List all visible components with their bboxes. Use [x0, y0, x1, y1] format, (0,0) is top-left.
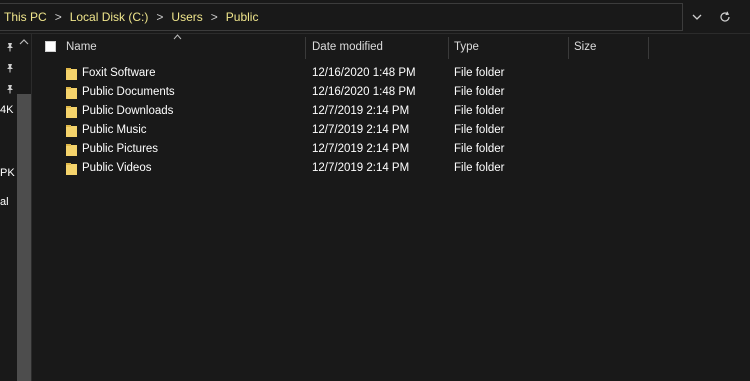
breadcrumb-users[interactable]: Users [171, 10, 202, 24]
column-header-size[interactable]: Size [574, 41, 596, 53]
pin-icon [7, 43, 13, 52]
nav-item-label[interactable]: 4K [0, 104, 13, 116]
file-date-modified: 12/7/2019 2:14 PM [312, 124, 410, 136]
file-row[interactable]: Public Documents 12/16/2020 1:48 PM File… [33, 84, 750, 103]
folder-icon [66, 144, 77, 156]
nav-item-label[interactable]: al [0, 196, 9, 208]
file-name: Public Pictures [82, 143, 159, 155]
file-row[interactable]: Public Pictures 12/7/2019 2:14 PM File f… [33, 141, 750, 160]
breadcrumb-this-pc[interactable]: This PC [4, 10, 47, 24]
refresh-button[interactable] [716, 8, 734, 26]
file-row[interactable]: Public Videos 12/7/2019 2:14 PM File fol… [33, 160, 750, 179]
file-row[interactable]: Public Downloads 12/7/2019 2:14 PM File … [33, 103, 750, 122]
file-name: Foxit Software [82, 67, 156, 79]
file-type: File folder [454, 105, 505, 117]
nav-item-label[interactable]: PK [0, 167, 15, 179]
pin-icon [7, 85, 13, 94]
folder-icon [66, 163, 77, 175]
breadcrumb-separator[interactable]: > [211, 10, 218, 24]
navigation-pane: 4K PK al [0, 34, 32, 381]
folder-icon [66, 125, 77, 137]
breadcrumb-separator[interactable]: > [156, 10, 163, 24]
file-type: File folder [454, 162, 505, 174]
chevron-down-icon [692, 14, 702, 20]
file-type: File folder [454, 143, 505, 155]
breadcrumb-separator[interactable]: > [55, 10, 62, 24]
nav-scrollbar-thumb[interactable] [17, 94, 31, 381]
address-bar: This PC > Local Disk (C:) > Users > Publ… [0, 0, 750, 34]
select-all-checkbox[interactable] [45, 41, 56, 52]
column-header-name[interactable]: Name [66, 41, 97, 53]
file-type: File folder [454, 124, 505, 136]
column-divider[interactable] [448, 37, 449, 59]
file-date-modified: 12/7/2019 2:14 PM [312, 105, 410, 117]
column-header-row: Name Date modified Type Size [33, 34, 750, 61]
column-divider[interactable] [305, 37, 306, 59]
sort-ascending-icon [173, 34, 182, 40]
folder-icon [66, 68, 77, 80]
breadcrumb-local-disk[interactable]: Local Disk (C:) [70, 10, 149, 24]
file-type: File folder [454, 86, 505, 98]
file-name: Public Downloads [82, 105, 174, 117]
file-name: Public Videos [82, 162, 152, 174]
file-date-modified: 12/7/2019 2:14 PM [312, 162, 410, 174]
address-dropdown-button[interactable] [688, 8, 706, 26]
folder-icon [66, 87, 77, 99]
refresh-icon [720, 11, 730, 22]
file-date-modified: 12/16/2020 1:48 PM [312, 67, 416, 79]
column-header-date-modified[interactable]: Date modified [312, 41, 383, 53]
file-name: Public Documents [82, 86, 175, 98]
column-divider[interactable] [648, 37, 649, 59]
file-date-modified: 12/7/2019 2:14 PM [312, 143, 410, 155]
file-row[interactable]: Foxit Software 12/16/2020 1:48 PM File f… [33, 65, 750, 84]
file-name: Public Music [82, 124, 147, 136]
column-divider[interactable] [568, 37, 569, 59]
folder-icon [66, 106, 77, 118]
address-field[interactable]: This PC > Local Disk (C:) > Users > Publ… [0, 3, 683, 31]
breadcrumb-public[interactable]: Public [226, 10, 259, 24]
column-header-type[interactable]: Type [454, 41, 479, 53]
file-date-modified: 12/16/2020 1:48 PM [312, 86, 416, 98]
scroll-up-icon[interactable] [19, 38, 29, 48]
pin-icon [7, 64, 13, 73]
file-row[interactable]: Public Music 12/7/2019 2:14 PM File fold… [33, 122, 750, 141]
file-type: File folder [454, 67, 505, 79]
